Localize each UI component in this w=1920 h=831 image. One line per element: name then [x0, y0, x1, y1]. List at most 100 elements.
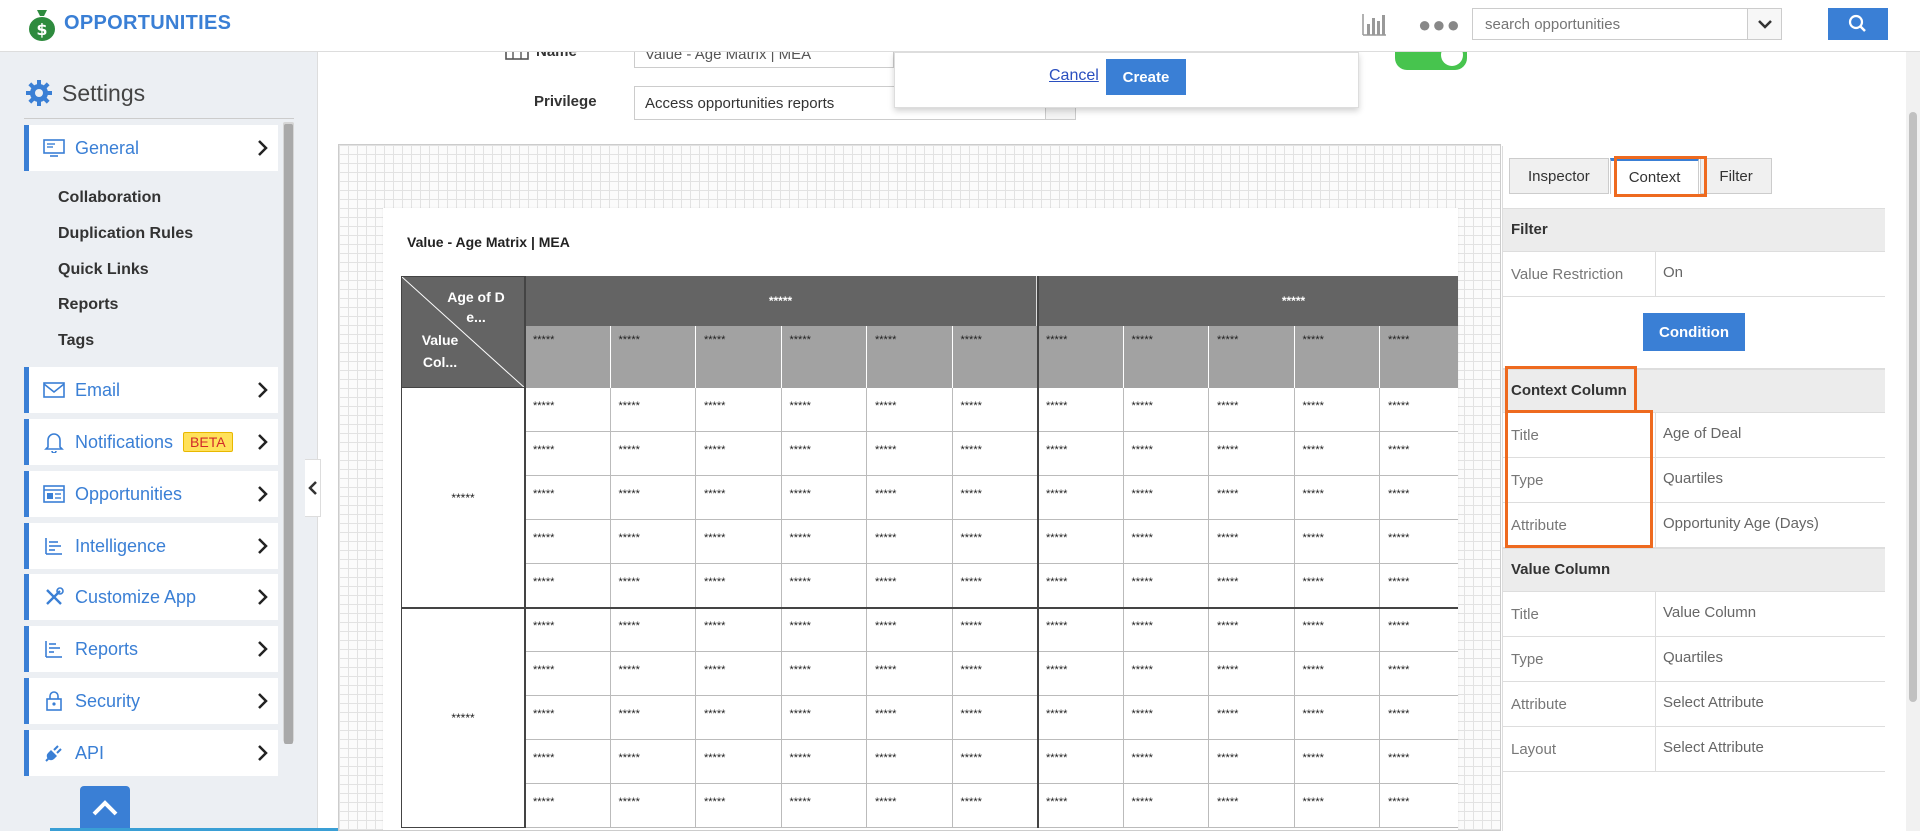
bar-chart-icon[interactable] [1360, 10, 1388, 38]
matrix-cell: ***** [867, 564, 953, 608]
create-button[interactable]: Create [1106, 59, 1186, 95]
matrix-cell: ***** [1294, 564, 1380, 608]
scrollbar-thumb[interactable] [1909, 112, 1917, 702]
context-type-row[interactable]: Type Quartiles [1503, 458, 1885, 503]
matrix-cell: ***** [1123, 608, 1209, 652]
sidebar-subitem-duplication-rules[interactable]: Duplication Rules [58, 225, 193, 243]
matrix-cell: ***** [610, 608, 696, 652]
matrix-cell: ***** [1380, 432, 1458, 476]
tab-filter[interactable]: Filter [1700, 158, 1772, 194]
column-group-header: ***** [525, 276, 1038, 326]
sidebar-item-intelligence[interactable]: Intelligence [24, 523, 278, 569]
search-button[interactable] [1828, 8, 1888, 40]
matrix-cell: ***** [610, 476, 696, 520]
column-sub-header: ***** [867, 326, 953, 388]
row-value[interactable]: Quartiles [1663, 649, 1723, 666]
row-label: Type [1511, 472, 1544, 489]
matrix-cell: ***** [867, 476, 953, 520]
sidebar-item-security[interactable]: Security [24, 678, 278, 724]
row-value[interactable]: Quartiles [1663, 470, 1723, 487]
matrix-cell: ***** [952, 388, 1038, 432]
matrix-cell: ***** [525, 740, 611, 784]
row-value[interactable]: Select Attribute [1663, 739, 1764, 756]
row-value[interactable]: Age of Deal [1663, 425, 1741, 442]
matrix-cell: ***** [781, 696, 867, 740]
app-title[interactable]: OPPORTUNITIES [64, 12, 231, 35]
sidebar-subitem-tags[interactable]: Tags [58, 332, 94, 350]
row-value[interactable]: Select Attribute [1663, 694, 1764, 711]
context-column-header: Age of D e... [447, 289, 505, 325]
opportunities-icon [43, 483, 65, 505]
tab-inspector[interactable]: Inspector [1509, 158, 1609, 194]
matrix-cell: ***** [696, 564, 782, 608]
value-layout-row[interactable]: Layout Select Attribute [1503, 727, 1885, 772]
row-value[interactable]: Opportunity Age (Days) [1663, 515, 1819, 532]
matrix-cell: ***** [867, 696, 953, 740]
matrix-cell: ***** [952, 476, 1038, 520]
beta-badge: BETA [183, 432, 233, 452]
value-attribute-row[interactable]: Attribute Select Attribute [1503, 682, 1885, 727]
row-value[interactable]: On [1663, 264, 1683, 281]
report-canvas: Value - Age Matrix | MEA Age of D e... V… [338, 144, 1501, 831]
matrix-cell: ***** [1038, 652, 1124, 696]
matrix-cell: ***** [1294, 520, 1380, 564]
matrix-cell: ***** [1294, 608, 1380, 652]
sidebar-item-label: Security [75, 690, 141, 711]
matrix-cell: ***** [525, 476, 611, 520]
column-sub-header: ***** [1038, 326, 1124, 388]
scrollbar-thumb[interactable] [284, 124, 293, 744]
properties-panel: Inspector Context Filter Filter Value Re… [1502, 146, 1886, 831]
lock-icon [43, 690, 65, 712]
divider [1655, 458, 1656, 502]
matrix-cell: ***** [1380, 388, 1458, 432]
row-group-header: ***** [401, 388, 525, 608]
matrix-cell: ***** [1123, 432, 1209, 476]
matrix-cell: ***** [1038, 784, 1124, 828]
sidebar-subitem-reports[interactable]: Reports [58, 296, 118, 314]
column-sub-header: ***** [696, 326, 782, 388]
search-input[interactable] [1473, 9, 1743, 39]
reports-icon [43, 638, 65, 660]
scroll-to-top-button[interactable] [80, 786, 130, 831]
more-options-icon[interactable]: ●●● [1418, 12, 1461, 38]
sidebar-item-api[interactable]: API [24, 730, 278, 776]
sidebar-subitem-collaboration[interactable]: Collaboration [58, 189, 161, 207]
row-value[interactable]: Value Column [1663, 604, 1756, 621]
chevron-down-icon [1758, 20, 1772, 29]
sidebar-item-customize-app[interactable]: Customize App [24, 574, 278, 620]
column-sub-header: ***** [610, 326, 696, 388]
cancel-link[interactable]: Cancel [1049, 67, 1099, 85]
context-attribute-row[interactable]: Attribute Opportunity Age (Days) [1503, 503, 1885, 548]
matrix-cell: ***** [952, 696, 1038, 740]
sidebar-scrollbar[interactable] [283, 122, 294, 744]
matrix-cell: ***** [610, 520, 696, 564]
sidebar-item-reports[interactable]: Reports [24, 626, 278, 672]
value-restriction-row[interactable]: Value Restriction On [1503, 252, 1885, 297]
matrix-cell: ***** [1038, 432, 1124, 476]
sidebar-item-email[interactable]: Email [24, 367, 278, 413]
row-label: Title [1511, 606, 1539, 623]
sidebar-item-notifications[interactable]: Notifications BETA [24, 419, 278, 465]
value-title-row[interactable]: Title Value Column [1503, 592, 1885, 637]
collapse-sidebar-button[interactable] [305, 459, 321, 517]
sidebar-subitem-quick-links[interactable]: Quick Links [58, 261, 149, 279]
matrix-cell: ***** [867, 740, 953, 784]
value-column-section-header: Value Column [1503, 548, 1885, 592]
condition-row: Condition [1503, 297, 1885, 369]
matrix-cell: ***** [610, 564, 696, 608]
matrix-cell: ***** [1123, 652, 1209, 696]
sidebar-item-general[interactable]: General [24, 125, 278, 171]
sidebar-item-label: General [75, 137, 140, 158]
page-scrollbar[interactable] [1906, 52, 1920, 831]
report-title: Value - Age Matrix | MEA [407, 234, 570, 250]
tab-context[interactable]: Context [1609, 158, 1700, 194]
divider [1655, 592, 1656, 636]
matrix-cell: ***** [867, 608, 953, 652]
row-label: Attribute [1511, 696, 1567, 713]
context-title-row[interactable]: Title Age of Deal [1503, 413, 1885, 458]
sidebar-item-opportunities[interactable]: Opportunities [24, 471, 278, 517]
condition-button[interactable]: Condition [1643, 313, 1745, 351]
value-type-row[interactable]: Type Quartiles [1503, 637, 1885, 682]
search-dropdown-button[interactable] [1747, 9, 1781, 39]
matrix-cell: ***** [1380, 476, 1458, 520]
